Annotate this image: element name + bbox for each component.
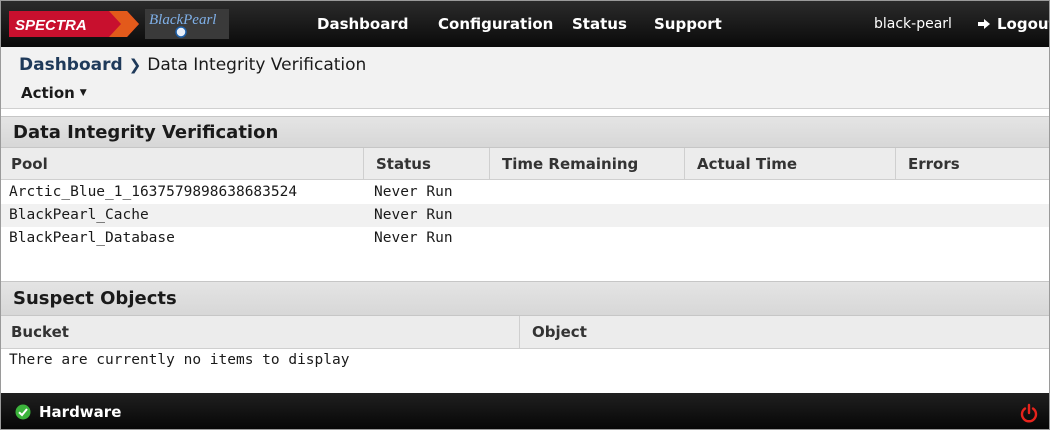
nav-configuration[interactable]: Configuration [438,1,553,47]
current-user: black-pearl [874,16,952,32]
nav-status[interactable]: Status [572,1,627,47]
column-header-errors[interactable]: Errors [895,148,1049,179]
action-menu-button[interactable]: Action ▼ [21,84,87,102]
power-icon[interactable] [1019,403,1039,423]
pool-status: Never Run [374,230,453,246]
pool-status: Never Run [374,184,453,200]
column-header-object[interactable]: Object [519,316,1049,348]
app-window: SPECTRA BlackPearl Dashboard Configurati… [0,0,1050,430]
pool-status: Never Run [374,207,453,223]
svg-text:BlackPearl: BlackPearl [149,12,216,28]
column-header-actual-time[interactable]: Actual Time [684,148,895,179]
nav-support[interactable]: Support [654,1,722,47]
suspect-objects-section-title: Suspect Objects [1,281,1049,316]
action-menu-label: Action [21,84,75,102]
column-header-status[interactable]: Status [363,148,489,179]
breadcrumb-bar: Dashboard ❯ Data Integrity Verification … [1,47,1049,109]
footer-bar: Hardware [1,393,1049,429]
spectra-blackpearl-logo[interactable]: SPECTRA BlackPearl [9,9,229,39]
logout-label: Logout [997,15,1050,33]
suspect-table-header: Bucket Object [1,316,1049,349]
verification-table-header: Pool Status Time Remaining Actual Time E… [1,148,1049,180]
caret-down-icon: ▼ [79,88,87,98]
pool-name: BlackPearl_Cache [9,207,149,223]
svg-text:SPECTRA: SPECTRA [15,17,87,34]
column-header-time-remaining[interactable]: Time Remaining [489,148,684,179]
nav-dashboard[interactable]: Dashboard [317,1,408,47]
table-row[interactable]: BlackPearl_Database Never Run [1,227,1049,250]
breadcrumb-current: Data Integrity Verification [147,55,367,75]
chevron-right-icon: ❯ [128,56,142,74]
empty-table-message: There are currently no items to display [9,352,350,368]
pool-name: Arctic_Blue_1_1637579898638683524 [9,184,298,200]
verification-section-title: Data Integrity Verification [1,116,1049,148]
check-circle-icon [15,404,31,420]
table-row[interactable]: Arctic_Blue_1_1637579898638683524 Never … [1,181,1049,204]
top-navigation-bar: SPECTRA BlackPearl Dashboard Configurati… [1,1,1050,47]
logout-icon [978,19,990,29]
breadcrumb-dashboard-link[interactable]: Dashboard [19,55,123,75]
table-row[interactable]: BlackPearl_Cache Never Run [1,204,1049,227]
breadcrumb: Dashboard ❯ Data Integrity Verification [19,55,366,75]
column-header-pool[interactable]: Pool [1,148,363,179]
logout-button[interactable]: Logout [977,1,1050,47]
column-header-bucket[interactable]: Bucket [1,316,519,348]
pool-name: BlackPearl_Database [9,230,175,246]
hardware-label: Hardware [39,403,122,421]
hardware-status-button[interactable]: Hardware [15,393,122,429]
